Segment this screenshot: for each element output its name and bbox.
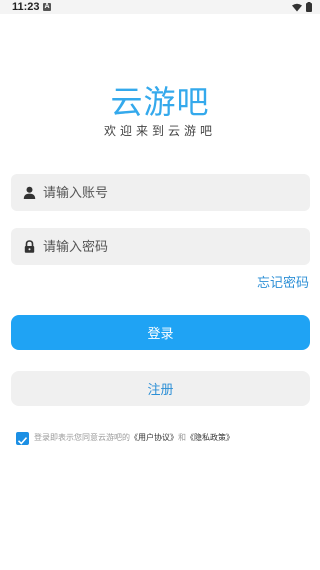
status-indicators [292, 2, 312, 12]
wifi-icon [292, 3, 302, 11]
battery-icon [306, 2, 312, 12]
agreement-text: 登录即表示您同意云游吧的《用户协议》和《隐私政策》 [34, 432, 234, 444]
password-field[interactable] [11, 228, 310, 267]
agreement-checkbox[interactable] [16, 431, 29, 445]
register-button[interactable]: 注册 [11, 371, 310, 406]
user-agreement-link[interactable]: 《用户协议》 [130, 433, 178, 442]
status-bar: 11:23 A [0, 0, 320, 14]
checkmark-icon [17, 436, 28, 445]
app-logo: 云游吧 [110, 83, 210, 121]
account-input[interactable] [41, 174, 300, 213]
login-button[interactable]: 登录 [11, 315, 310, 350]
forgot-password-link[interactable]: 忘记密码 [257, 276, 309, 292]
user-icon [23, 186, 36, 199]
account-field[interactable] [11, 174, 310, 213]
notification-icon: A [43, 3, 51, 11]
password-input[interactable] [41, 228, 300, 267]
app-slogan: 欢迎来到云游吧 [103, 124, 216, 138]
privacy-policy-link[interactable]: 《隐私政策》 [186, 433, 234, 442]
status-time: 11:23 [12, 1, 40, 13]
agreement-prefix: 登录即表示您同意云游吧的 [34, 433, 130, 442]
lock-icon [24, 240, 35, 253]
agreement-conjunction: 和 [178, 433, 186, 442]
agreement-row: 登录即表示您同意云游吧的《用户协议》和《隐私政策》 [16, 431, 234, 445]
